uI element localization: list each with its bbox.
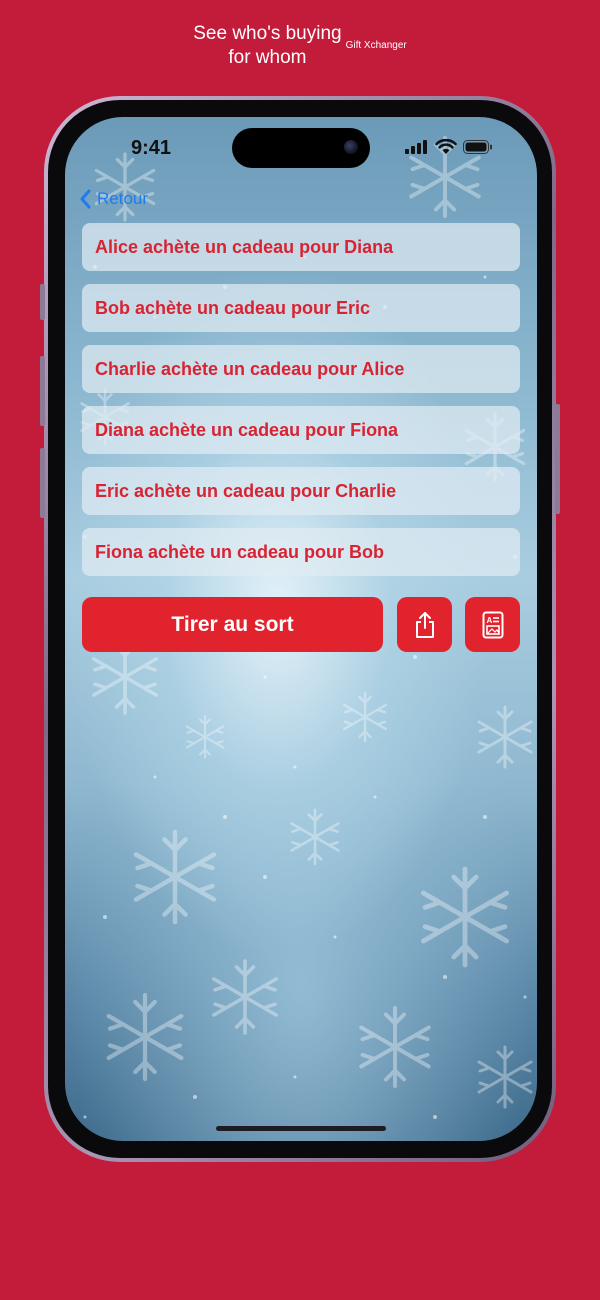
status-icons [405,139,493,155]
share-button[interactable] [397,597,452,652]
promo-headline-line1: See who's buying [193,23,342,44]
phone-screen: 9:41 Retour Alice achète un cadeau pour … [65,117,537,1141]
action-bar: Tirer au sort A [82,597,520,653]
cellular-signal-icon [405,140,427,154]
promo-caption: See who's buying for whom Gift Xchanger [0,22,600,70]
promo-app-name: Gift Xchanger [345,40,407,51]
promo-headline: See who's buying for whom [193,22,341,70]
back-button[interactable]: Retour [79,189,148,209]
volume-down-button [40,448,45,518]
dynamic-island [232,128,370,168]
assignment-row[interactable]: Fiona achète un cadeau pour Bob [82,528,520,576]
assignment-row[interactable]: Charlie achète un cadeau pour Alice [82,345,520,393]
promo-headline-line2: for whom [228,47,307,68]
assignment-row[interactable]: Bob achète un cadeau pour Eric [82,284,520,332]
share-icon [415,611,434,638]
contact-card-icon: A [482,611,503,638]
export-card-button[interactable]: A [465,597,520,652]
front-camera [344,140,358,154]
volume-up-button [40,356,45,426]
home-indicator[interactable] [216,1126,386,1131]
battery-icon [463,140,492,154]
status-time: 9:41 [131,137,172,159]
wifi-icon [435,139,457,154]
draw-button[interactable]: Tirer au sort [82,597,383,652]
promo-page: See who's buying for whom Gift Xchanger [0,0,600,1300]
power-button [555,404,560,514]
back-label: Retour [97,189,149,208]
svg-text:A: A [486,616,492,625]
chevron-left-icon [80,189,91,209]
assignment-row[interactable]: Diana achète un cadeau pour Fiona [82,406,520,454]
assignment-row[interactable]: Alice achète un cadeau pour Diana [82,223,520,271]
assignment-row[interactable]: Eric achète un cadeau pour Charlie [82,467,520,515]
assignment-list: Alice achète un cadeau pour Diana Bob ac… [82,223,520,589]
action-button [40,284,45,320]
